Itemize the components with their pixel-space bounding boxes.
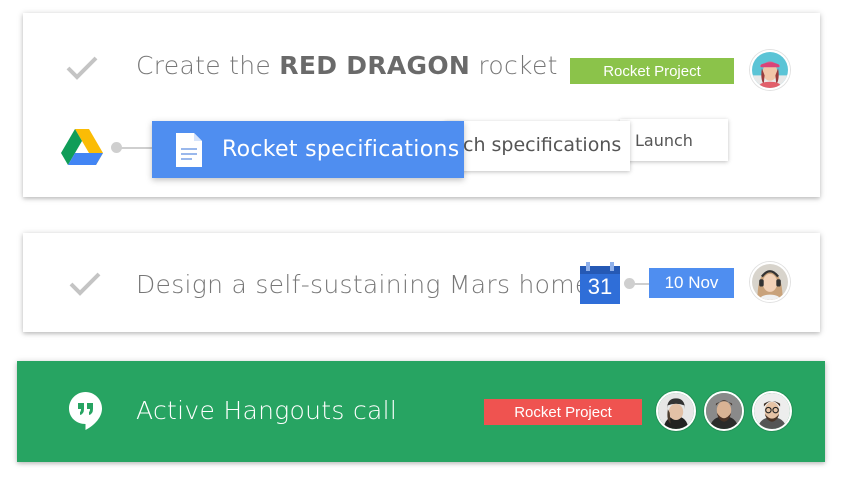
hangouts-call-card[interactable]: Active Hangouts call Rocket Project [17, 361, 825, 462]
task-title-prefix: Create the [136, 51, 280, 80]
participant-3-avatar[interactable] [752, 391, 792, 431]
document-icon [176, 132, 202, 167]
calendar-day: 31 [587, 274, 613, 299]
project-tag[interactable]: Rocket Project [484, 399, 642, 425]
assignee-avatar[interactable] [750, 50, 790, 90]
attachment-rocket-specifications-label: Rocket specifications [222, 137, 460, 162]
task-title: Create the RED DRAGON rocket [136, 51, 558, 80]
hangouts-title: Active Hangouts call [136, 396, 398, 425]
google-drive-icon[interactable] [61, 129, 103, 165]
task-title-suffix: rocket [470, 51, 558, 80]
participant-1-avatar[interactable] [656, 391, 696, 431]
attachment-rocket-specifications[interactable]: Rocket specifications [152, 121, 464, 178]
attachment-launch-label: Launch [635, 131, 693, 150]
checkmark-icon[interactable] [65, 53, 99, 83]
hangouts-icon[interactable] [69, 392, 102, 430]
task-card-mars-home[interactable]: Design a self-sustaining Mars home 31 10… [23, 233, 820, 332]
assignee-avatar[interactable] [750, 262, 790, 302]
project-tag[interactable]: Rocket Project [570, 58, 734, 84]
task-title: Design a self-sustaining Mars home [136, 270, 591, 299]
connector-dot [111, 142, 122, 153]
task-card-red-dragon[interactable]: Create the RED DRAGON rocket Rocket Proj… [23, 13, 820, 197]
participant-2-avatar[interactable] [704, 391, 744, 431]
attachment-launch[interactable]: Launch [620, 119, 728, 161]
attachment-specifications-label: ch specifications [463, 134, 622, 156]
google-calendar-icon[interactable]: 31 [580, 262, 620, 304]
task-title-bold: RED DRAGON [279, 51, 471, 80]
connector-line [634, 283, 649, 285]
due-date-tag[interactable]: 10 Nov [649, 268, 734, 298]
checkmark-icon[interactable] [68, 269, 102, 299]
attachment-launch-specifications[interactable]: ch specifications [445, 121, 630, 171]
